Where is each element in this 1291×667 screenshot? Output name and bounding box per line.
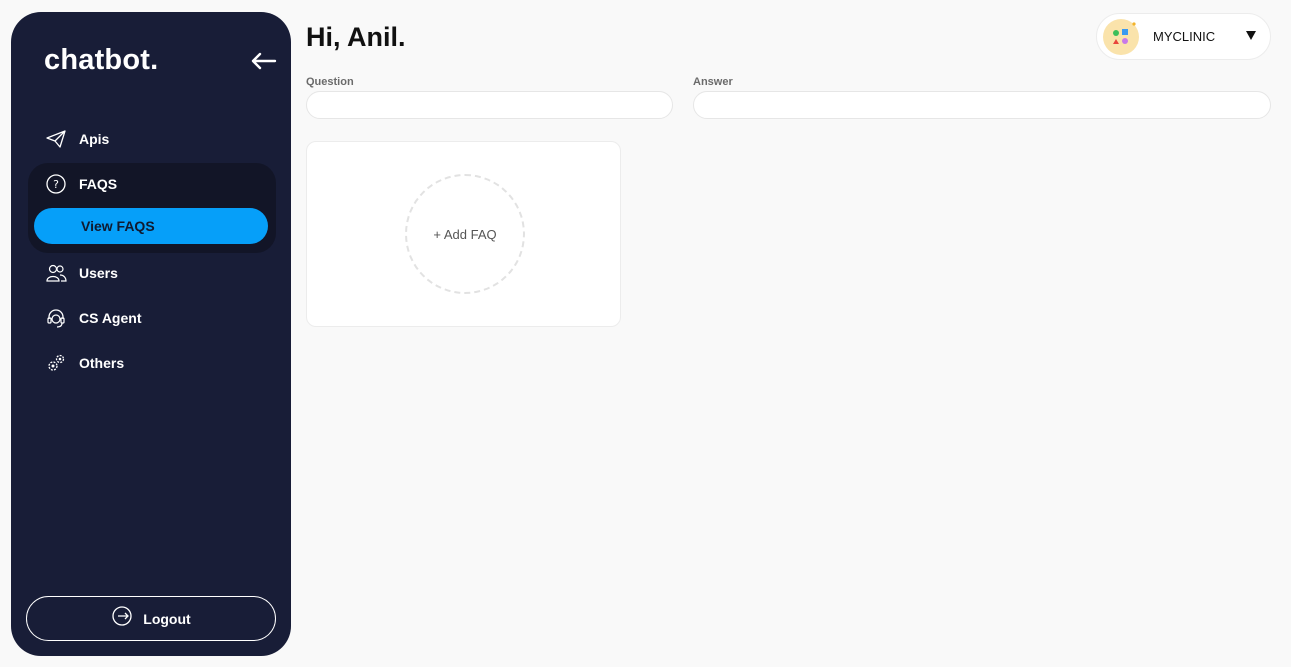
arrow-left-icon xyxy=(251,52,277,70)
svg-text:?: ? xyxy=(53,178,59,191)
logout-button[interactable]: Logout xyxy=(26,596,276,641)
sidebar-item-cs-agent[interactable]: CS Agent xyxy=(45,303,141,333)
sidebar-item-faqs[interactable]: ? FAQS xyxy=(45,169,117,199)
org-avatar xyxy=(1103,18,1139,55)
question-label: Question xyxy=(306,76,354,88)
sidebar: chatbot. Apis ? FAQS View FAQS Users CS … xyxy=(11,12,291,656)
users-icon xyxy=(45,262,67,284)
caret-down-icon xyxy=(1246,31,1256,40)
page-greeting: Hi, Anil. xyxy=(306,22,406,52)
org-name: MYCLINIC xyxy=(1153,29,1216,44)
add-faq-card: + Add FAQ xyxy=(306,141,621,327)
sidebar-subitem-view-faqs[interactable]: View FAQS xyxy=(34,208,268,244)
collapse-sidebar-button[interactable] xyxy=(249,50,277,72)
answer-input[interactable] xyxy=(693,91,1271,119)
sidebar-item-label: Apis xyxy=(79,131,110,147)
add-faq-button[interactable]: + Add FAQ xyxy=(405,174,525,294)
gears-icon xyxy=(45,352,67,374)
org-selector[interactable]: MYCLINIC xyxy=(1096,13,1271,60)
question-circle-icon: ? xyxy=(45,173,67,195)
question-input[interactable] xyxy=(306,91,673,119)
sidebar-item-others[interactable]: Others xyxy=(45,348,124,378)
sidebar-item-label: Users xyxy=(79,265,118,281)
logout-label: Logout xyxy=(143,610,191,627)
brand-logo: chatbot. xyxy=(44,44,159,76)
headset-icon xyxy=(45,307,67,329)
sidebar-item-label: CS Agent xyxy=(79,310,142,326)
sidebar-item-label: FAQS xyxy=(79,176,118,192)
paper-plane-icon xyxy=(45,128,67,150)
answer-label: Answer xyxy=(693,76,733,88)
sidebar-item-label: Others xyxy=(79,355,125,371)
logout-icon xyxy=(111,605,133,632)
sidebar-item-users[interactable]: Users xyxy=(45,258,118,288)
sidebar-item-apis[interactable]: Apis xyxy=(45,124,109,154)
